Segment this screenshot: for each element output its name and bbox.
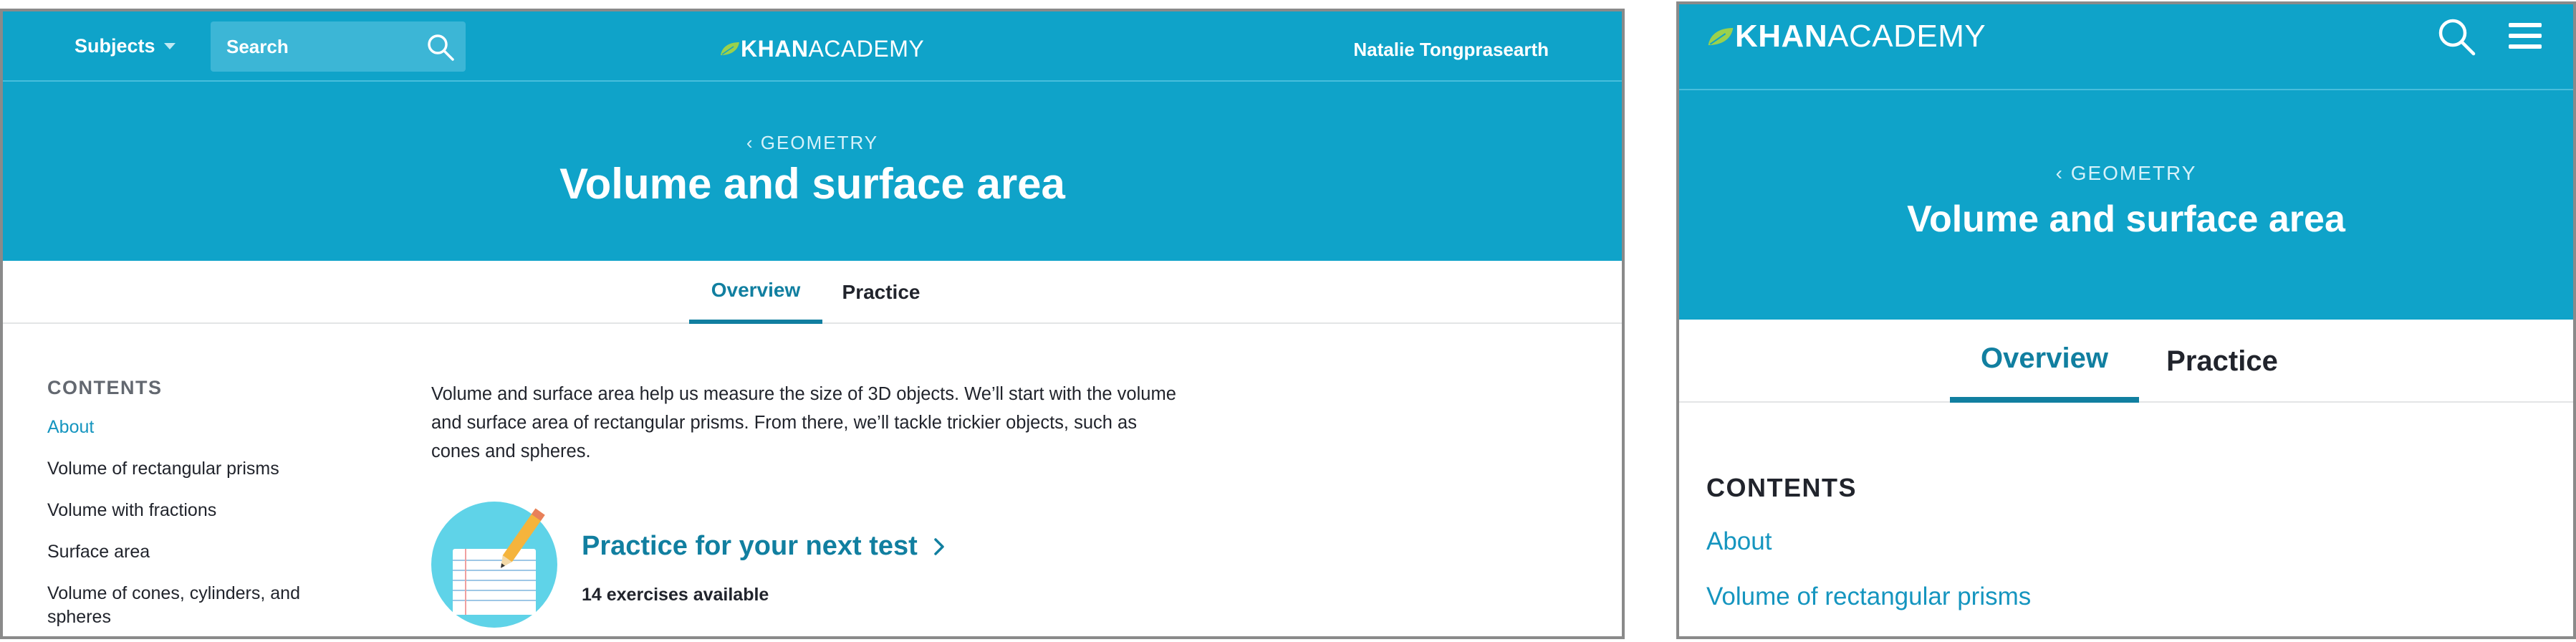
khan-academy-logo[interactable]: KHANACADEMY <box>1706 19 1986 54</box>
hamburger-menu-icon[interactable] <box>2509 21 2542 50</box>
contents-heading: CONTENTS <box>1706 473 1857 502</box>
contents-list: About Volume of rectangular prisms Volum… <box>47 416 362 636</box>
hero-banner: ‹ GEOMETRY Volume and surface area <box>1679 89 2573 320</box>
breadcrumb[interactable]: ‹ GEOMETRY <box>3 132 1622 154</box>
chevron-left-icon: ‹ <box>746 132 754 153</box>
contents-item-volume-rectangular-prisms[interactable]: Volume of rectangular prisms <box>1706 583 2031 611</box>
exercise-count: 14 exercises available <box>582 585 769 605</box>
leaf-icon <box>721 42 739 55</box>
mobile-nav-bar: KHANACADEMY <box>1679 4 2573 89</box>
subjects-label: Subjects <box>75 34 155 57</box>
breadcrumb-label: GEOMETRY <box>760 132 879 153</box>
search-icon[interactable] <box>426 32 456 62</box>
practice-title: Practice for your next test <box>582 531 918 561</box>
tab-bar: Overview Practice <box>1679 320 2573 403</box>
subjects-dropdown[interactable]: Subjects <box>75 32 176 60</box>
logo-wordmark: KHANACADEMY <box>741 35 925 62</box>
contents-list: About Volume of rectangular prisms <box>1706 527 2031 636</box>
tab-practice[interactable]: Practice <box>2152 320 2292 403</box>
contents-item-about[interactable]: About <box>47 416 362 439</box>
practice-next-test-link[interactable]: Practice for your next test <box>582 531 945 562</box>
caret-down-icon <box>163 42 176 49</box>
top-nav-bar: Subjects KHANACADEMY Natalie Tongprasear… <box>3 11 1622 80</box>
tab-bar: Overview Practice <box>3 261 1622 324</box>
unit-description: Volume and surface area help us measure … <box>431 384 1176 461</box>
chevron-left-icon: ‹ <box>2055 162 2064 184</box>
contents-item-about[interactable]: About <box>1706 527 2031 556</box>
search-input[interactable] <box>211 21 418 72</box>
hero-banner: ‹ GEOMETRY Volume and surface area <box>3 80 1622 261</box>
tab-practice[interactable]: Practice <box>831 261 931 324</box>
page-title: Volume and surface area <box>559 160 1065 208</box>
leaf-icon <box>1708 28 1734 45</box>
page-title: Volume and surface area <box>1907 198 2345 240</box>
desktop-view: Subjects KHANACADEMY Natalie Tongprasear… <box>0 9 1625 639</box>
contents-item-surface-area[interactable]: Surface area <box>47 540 362 564</box>
breadcrumb[interactable]: ‹ GEOMETRY <box>1679 162 2573 185</box>
logo-wordmark: KHANACADEMY <box>1735 19 1986 54</box>
user-menu[interactable]: Natalie Tongprasearth <box>1353 39 1549 61</box>
tab-overview[interactable]: Overview <box>1950 320 2139 403</box>
practice-notepad-icon <box>431 502 557 628</box>
khan-academy-logo[interactable]: KHANACADEMY <box>719 34 924 63</box>
search-icon[interactable] <box>2436 16 2477 57</box>
contents-item-volume-fractions[interactable]: Volume with fractions <box>47 499 362 522</box>
breadcrumb-label: GEOMETRY <box>2070 162 2197 184</box>
search-box <box>211 21 466 72</box>
contents-item-volume-cones[interactable]: Volume of cones, cylinders, and spheres <box>47 582 362 629</box>
contents-heading: CONTENTS <box>47 377 163 398</box>
tab-overview[interactable]: Overview <box>689 261 822 324</box>
chevron-right-icon <box>934 537 944 555</box>
contents-item-volume-rectangular-prisms[interactable]: Volume of rectangular prisms <box>47 457 362 481</box>
mobile-view: KHANACADEMY ‹ GEOMETRY Volume and surfac… <box>1676 1 2576 639</box>
